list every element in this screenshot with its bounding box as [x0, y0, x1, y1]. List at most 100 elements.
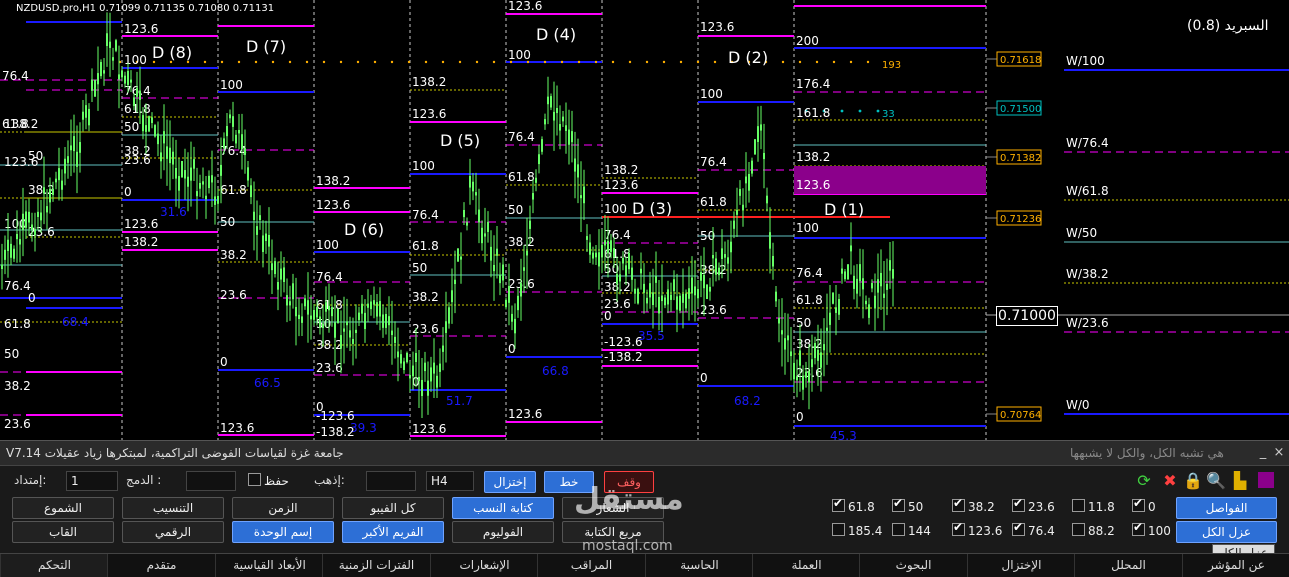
- fib-level-label: 100: [316, 238, 339, 252]
- range-value-label: 51.7: [446, 394, 473, 408]
- candle-body: [37, 211, 39, 217]
- fib-level-label: 138.2: [604, 163, 638, 177]
- candle-body: [343, 328, 345, 332]
- fib-check-box[interactable]: [1012, 496, 1025, 512]
- lock-icon[interactable]: 🔒: [1183, 471, 1203, 491]
- fib-check-box[interactable]: [892, 523, 905, 536]
- candle-body: [172, 151, 174, 165]
- candle-body: [439, 363, 441, 372]
- fib-check-box[interactable]: [952, 520, 965, 536]
- tab-11[interactable]: عن المؤشر: [1182, 554, 1289, 577]
- btn-time[interactable]: الزمن: [232, 497, 334, 519]
- ruler-icon[interactable]: ▙: [1230, 471, 1250, 491]
- fib-check-0-0[interactable]: 61.8: [832, 496, 875, 514]
- fib-check-label: 23.6: [1028, 500, 1055, 514]
- candle-body: [385, 313, 387, 328]
- candle-body: [217, 195, 219, 204]
- isolate-all-button[interactable]: عزل الكل: [1176, 521, 1277, 543]
- fib-check-1-4[interactable]: 88.2: [1072, 523, 1115, 538]
- btn-template[interactable]: القاب: [12, 521, 114, 543]
- fib-check-1-3[interactable]: 76.4: [1012, 520, 1055, 538]
- zoom-icon[interactable]: 🔍: [1206, 471, 1226, 491]
- candle-body: [97, 73, 99, 85]
- candle-body: [256, 226, 258, 235]
- fib-level-label: 138.2: [412, 75, 446, 89]
- color-swatch-icon[interactable]: [1256, 471, 1276, 491]
- refresh-icon[interactable]: ⟳: [1134, 471, 1154, 491]
- ikhtizal-button[interactable]: إختزال: [484, 471, 536, 493]
- fib-check-box[interactable]: [1012, 520, 1025, 536]
- dot-marker: [798, 60, 802, 64]
- fib-check-0-1[interactable]: 50: [892, 496, 923, 514]
- tab-3[interactable]: الفترات الزمنية: [322, 554, 430, 577]
- tab-0[interactable]: التحكم: [0, 554, 108, 577]
- dot-marker: [288, 60, 292, 64]
- candle-body: [694, 286, 696, 296]
- tab-6[interactable]: الحاسبة: [645, 554, 753, 577]
- btn-candles[interactable]: الشموع: [12, 497, 114, 519]
- hifz-box[interactable]: [248, 473, 261, 486]
- btn-volume[interactable]: الفوليوم: [452, 521, 554, 543]
- tab-9[interactable]: الإختزال: [967, 554, 1075, 577]
- candle-body: [640, 268, 642, 274]
- tab-5[interactable]: المراقب: [537, 554, 645, 577]
- fib-check-0-4[interactable]: 11.8: [1072, 499, 1115, 514]
- candle-body: [703, 274, 705, 289]
- idhab-input[interactable]: [366, 471, 416, 491]
- close-x-icon[interactable]: ✖: [1160, 471, 1180, 491]
- tab-7[interactable]: العملة: [752, 554, 860, 577]
- fib-level-label: 0: [220, 355, 228, 369]
- damj-input[interactable]: [186, 471, 236, 491]
- fib-check-1-5[interactable]: 100: [1132, 520, 1171, 538]
- fib-check-1-1[interactable]: 144: [892, 523, 931, 538]
- hifz-checkbox[interactable]: حفظ: [248, 473, 289, 488]
- candle-body: [76, 151, 78, 167]
- candle-body: [460, 256, 462, 260]
- fib-check-0-3[interactable]: 23.6: [1012, 496, 1055, 514]
- btn-unit-name[interactable]: إسم الوحدة: [232, 521, 334, 543]
- candle-body: [889, 260, 891, 271]
- close-button[interactable]: ×: [1270, 444, 1288, 462]
- candle-body: [631, 267, 633, 280]
- tab-2[interactable]: الأبعاد القياسية: [215, 554, 323, 577]
- imtidad-input[interactable]: 1: [66, 471, 118, 491]
- fib-level-label: 138.2: [124, 235, 158, 249]
- dot-marker: [594, 60, 598, 64]
- btn-bigger-frame[interactable]: الفريم الأكبر: [342, 521, 444, 543]
- chart-canvas[interactable]: W/100 W/76.4 W/61.8 W/50 W/38.2 W/23.6 W/0 0.71…: [0, 0, 1289, 440]
- fib-level-label: 38.2: [4, 379, 31, 393]
- candle-body: [238, 129, 240, 134]
- candle-body: [112, 57, 114, 61]
- fib-check-box[interactable]: [1072, 499, 1085, 512]
- tab-8[interactable]: البحوث: [859, 554, 967, 577]
- btn-write-ratios[interactable]: كتابة النسب: [452, 497, 554, 519]
- tab-1[interactable]: متقدم: [107, 554, 215, 577]
- candle-body: [613, 248, 615, 258]
- d-label: D (6): [344, 220, 384, 239]
- fib-check-box[interactable]: [1072, 523, 1085, 536]
- weekly-level-label: W/76.4: [1066, 136, 1109, 150]
- tab-4[interactable]: الإشعارات: [430, 554, 538, 577]
- fib-check-box[interactable]: [892, 496, 905, 512]
- candle-body: [457, 248, 459, 262]
- fib-check-0-2[interactable]: 38.2: [952, 496, 995, 514]
- dot-marker: [271, 60, 275, 64]
- btn-tansib[interactable]: التنسيب: [122, 497, 224, 519]
- price-chart[interactable]: W/100 W/76.4 W/61.8 W/50 W/38.2 W/23.6 W/0 0.71…: [0, 0, 1289, 440]
- separators-button[interactable]: الفواصل: [1176, 497, 1277, 519]
- btn-all-fibo[interactable]: كل الفيبو: [342, 497, 444, 519]
- fib-level-label: 123.6: [220, 421, 254, 435]
- fib-check-0-5[interactable]: 0: [1132, 496, 1156, 514]
- fib-check-box[interactable]: [832, 496, 845, 512]
- fib-check-1-0[interactable]: 185.4: [832, 523, 882, 538]
- fib-check-1-2[interactable]: 123.6: [952, 520, 1002, 538]
- fib-level-label: 76.4: [316, 270, 343, 284]
- fib-check-box[interactable]: [952, 496, 965, 512]
- dot-marker: [305, 60, 309, 64]
- fib-check-box[interactable]: [832, 523, 845, 536]
- fib-check-box[interactable]: [1132, 496, 1145, 512]
- tab-10[interactable]: المحلل: [1074, 554, 1182, 577]
- fib-check-box[interactable]: [1132, 520, 1145, 536]
- timeframe-select[interactable]: H4: [426, 471, 474, 491]
- btn-digital[interactable]: الرقمي: [122, 521, 224, 543]
